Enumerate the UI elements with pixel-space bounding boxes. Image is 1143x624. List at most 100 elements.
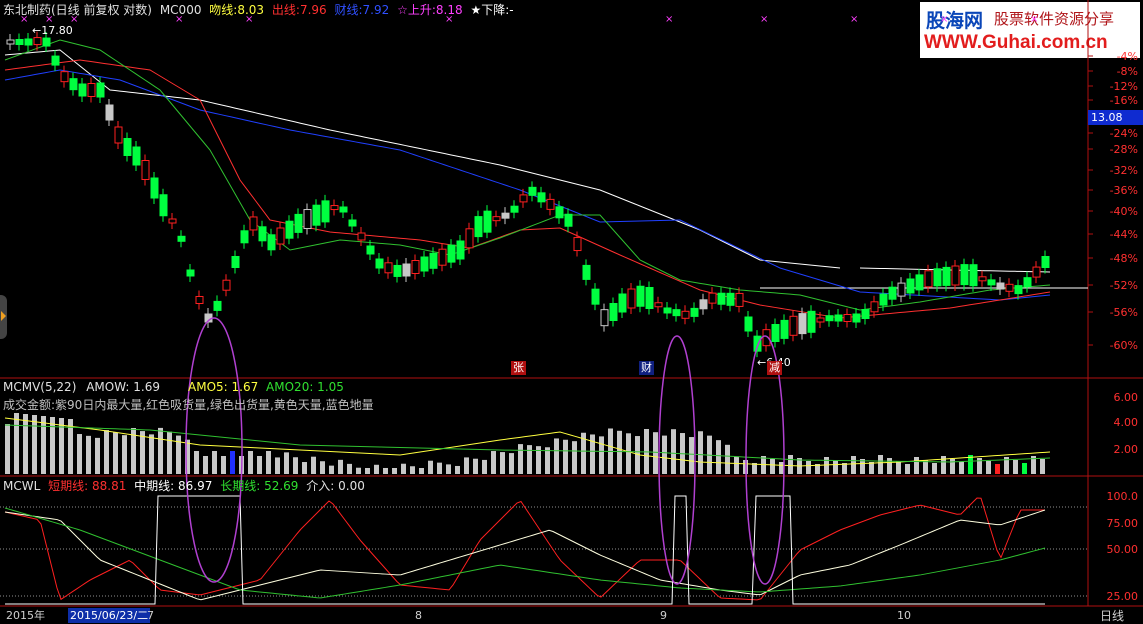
current-price-tag: 13.08 bbox=[1088, 110, 1143, 125]
candle-body bbox=[366, 245, 375, 255]
star-marker: × bbox=[1030, 14, 1038, 25]
volume-bar bbox=[419, 468, 424, 474]
candle-body bbox=[807, 310, 816, 333]
candle-body bbox=[312, 204, 321, 226]
volume-bar bbox=[5, 424, 10, 474]
volume-bar bbox=[950, 459, 955, 474]
volume-bar bbox=[338, 459, 343, 474]
candle-body bbox=[717, 292, 726, 305]
candle-body bbox=[555, 206, 564, 219]
left-scroll-handle[interactable] bbox=[0, 295, 7, 339]
candle-body bbox=[1032, 266, 1041, 278]
candle-body bbox=[816, 317, 825, 323]
volume-bar bbox=[392, 468, 397, 474]
candle-body bbox=[249, 216, 258, 231]
main-axis-label: -36% bbox=[1110, 184, 1138, 197]
volume-bar bbox=[482, 459, 487, 474]
candle-body bbox=[24, 38, 33, 46]
candle-body bbox=[15, 39, 24, 45]
candle-body bbox=[186, 269, 195, 277]
candle-body bbox=[879, 293, 888, 306]
volume-bar bbox=[293, 457, 298, 474]
main-axis-label: -28% bbox=[1110, 143, 1138, 156]
candle-body bbox=[96, 82, 105, 98]
candle-body bbox=[132, 146, 141, 166]
volume-bar bbox=[257, 456, 262, 474]
volume-bar bbox=[23, 414, 28, 474]
candle-body bbox=[726, 292, 735, 306]
candle-body bbox=[546, 198, 555, 210]
volume-bar bbox=[689, 437, 694, 474]
candle-body bbox=[87, 83, 96, 97]
candle-body bbox=[582, 264, 591, 280]
volume-bar bbox=[626, 433, 631, 474]
selected-date[interactable]: 2015/06/23/二 bbox=[68, 608, 151, 623]
volume-bar bbox=[653, 432, 658, 474]
volume-bar bbox=[572, 441, 577, 474]
volume-bar bbox=[1022, 463, 1027, 474]
candle-body bbox=[960, 264, 969, 286]
volume-bar bbox=[698, 431, 703, 474]
volume-bar bbox=[806, 461, 811, 474]
ma-blue bbox=[4, 69, 1051, 301]
candle-body bbox=[168, 218, 177, 224]
candle-body bbox=[114, 126, 123, 144]
volume-bar bbox=[104, 430, 109, 474]
candle-body bbox=[51, 55, 60, 66]
volume-bar bbox=[320, 461, 325, 474]
volume-bar bbox=[662, 435, 667, 474]
mcwl-mid-line bbox=[4, 509, 1046, 601]
volume-bar bbox=[734, 457, 739, 474]
candle-body bbox=[348, 219, 357, 227]
volume-bar bbox=[617, 430, 622, 474]
volume-bar bbox=[41, 416, 46, 474]
candle-body bbox=[267, 234, 276, 251]
marker-jian[interactable]: 减 bbox=[767, 361, 782, 375]
candle-body bbox=[771, 324, 780, 342]
high-price-value: 17.80 bbox=[41, 24, 73, 37]
candle-body bbox=[60, 71, 69, 83]
candle-body bbox=[537, 192, 546, 203]
volume-bar bbox=[887, 458, 892, 474]
candle-body bbox=[654, 302, 663, 308]
candle-body bbox=[1005, 283, 1014, 292]
candle-body bbox=[753, 335, 762, 352]
volume-bar bbox=[527, 445, 532, 474]
period-button[interactable]: 日线 bbox=[1100, 609, 1124, 623]
mcwl-entry-line bbox=[5, 495, 1045, 605]
volume-bar bbox=[347, 463, 352, 474]
candle-body bbox=[258, 226, 267, 242]
candle-body bbox=[591, 288, 600, 305]
main-axis-label: -48% bbox=[1110, 252, 1138, 265]
candle-body bbox=[708, 292, 717, 304]
candle-body bbox=[906, 278, 915, 294]
candle-body bbox=[573, 237, 582, 252]
marker-cai[interactable]: 财 bbox=[639, 361, 654, 375]
volume-bar bbox=[986, 461, 991, 474]
volume-bar bbox=[563, 439, 568, 474]
month-8: 8 bbox=[415, 609, 422, 622]
candle-body bbox=[330, 205, 339, 211]
volume-bar bbox=[95, 437, 100, 474]
volume-bar bbox=[1040, 459, 1045, 474]
volume-bar bbox=[86, 435, 91, 474]
volume-bar bbox=[869, 462, 874, 474]
volume-bar bbox=[212, 451, 217, 474]
candle-body bbox=[933, 268, 942, 287]
volume-bar bbox=[401, 463, 406, 474]
month-7: 7 bbox=[147, 609, 154, 622]
candle-body bbox=[213, 300, 222, 311]
candle-body bbox=[105, 104, 114, 121]
volume-bar bbox=[599, 436, 604, 474]
candle-body bbox=[492, 216, 501, 222]
star-marker: × bbox=[760, 14, 768, 25]
candle-body bbox=[357, 232, 366, 241]
kline-chart[interactable]: -4% -8% -12%-16% -24% -28% -32% -36% -40% -44% -4… bbox=[0, 0, 1143, 624]
candle-body bbox=[600, 309, 609, 327]
amow-value: AMOW: 1.69 bbox=[86, 380, 160, 394]
marker-zhang[interactable]: 张 bbox=[511, 361, 526, 375]
candle-body bbox=[294, 213, 303, 233]
candle-body bbox=[825, 315, 834, 322]
volume-bar bbox=[671, 429, 676, 474]
volume-bar bbox=[428, 460, 433, 474]
